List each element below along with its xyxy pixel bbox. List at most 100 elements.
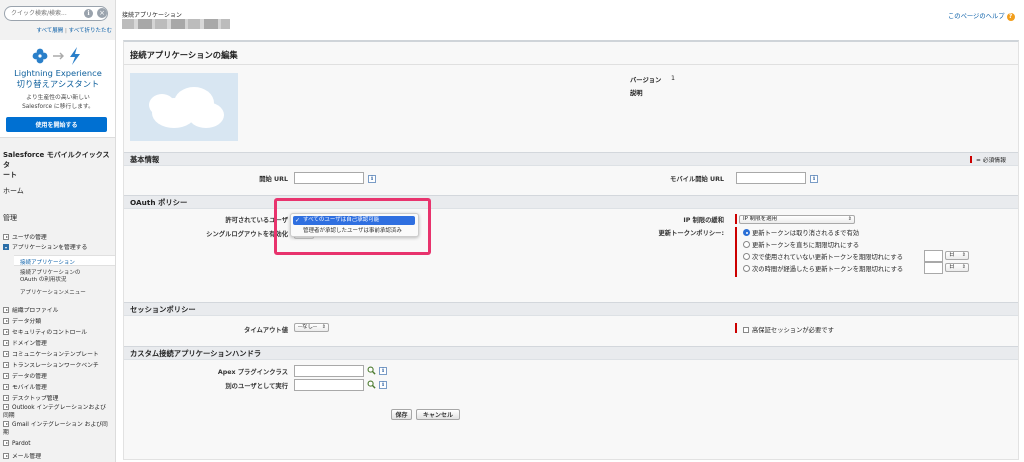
- sidebar-item-desktop[interactable]: デスクトップ管理: [3, 393, 58, 402]
- mobile-start-url-info-icon[interactable]: i: [810, 175, 818, 183]
- run-as-info-icon[interactable]: i: [379, 381, 387, 389]
- sidebar-item-label: メール管理: [12, 454, 41, 460]
- sidebar-item-outlook[interactable]: Outlook インテグレーションおよび同期: [3, 404, 106, 420]
- lookup-icon[interactable]: [367, 366, 376, 375]
- expand-triangle-icon[interactable]: [3, 329, 9, 335]
- expand-triangle-icon[interactable]: [3, 351, 9, 357]
- sidebar-item-gmail[interactable]: Gmail インテグレーション および同期: [3, 421, 108, 437]
- sidebar-item-label: 期: [3, 430, 9, 436]
- refresh-option-expire-after[interactable]: 次の時間が経過したら更新トークンを期限切れにする: [743, 264, 903, 273]
- sidebar-item-data[interactable]: データの管理: [3, 371, 47, 380]
- expand-triangle-icon[interactable]: [3, 362, 9, 368]
- expand-triangle-icon[interactable]: [3, 318, 9, 324]
- expand-all-link[interactable]: すべて展開: [36, 28, 63, 34]
- page-title: 接続アプリケーションの編集: [130, 50, 238, 60]
- select-arrow-icon: ⇕: [847, 216, 852, 222]
- sidebar-item-translation[interactable]: トランスレーションワークベンチ: [3, 360, 99, 369]
- expand-triangle-icon[interactable]: [3, 421, 9, 427]
- lightning-title: Lightning Experience 切り替えアシスタント: [0, 68, 115, 90]
- version-label: バージョン: [630, 77, 662, 84]
- sidebar-subitem-connected-apps[interactable]: 接続アプリケーション: [14, 255, 115, 266]
- mobile-quickstart-line1: Salesforce モバイルクイックスタ: [3, 151, 110, 169]
- help-link[interactable]: このページのヘルプ?: [948, 11, 1015, 21]
- expand-triangle-icon[interactable]: [3, 395, 9, 401]
- expire-unit-select[interactable]: 日 ⇕: [945, 263, 969, 272]
- refresh-option-immediately[interactable]: 更新トークンを直ちに期限切れにする: [743, 240, 859, 249]
- expand-triangle-icon[interactable]: [3, 234, 9, 240]
- help-link-label: このページのヘルプ: [948, 13, 1005, 20]
- get-started-button[interactable]: 使用を開始する: [6, 117, 107, 132]
- sidebar-item-label: ドメイン管理: [12, 341, 47, 347]
- sidebar-item-label: セキュリティのコントロール: [12, 330, 88, 336]
- radio[interactable]: [743, 265, 750, 272]
- sidebar-item-company-profile[interactable]: 組織プロファイル: [3, 305, 58, 314]
- high-assurance-row[interactable]: 高保証セッションが必要です: [743, 325, 834, 334]
- info-icon[interactable]: i: [84, 9, 93, 18]
- permitted-users-label: 許可されているユーザ: [225, 217, 288, 224]
- expand-triangle-icon[interactable]: [3, 307, 9, 313]
- sidebar-item-data-classification[interactable]: データ分類: [3, 316, 41, 325]
- lookup-icon[interactable]: [367, 380, 376, 389]
- clear-icon[interactable]: ×: [97, 8, 107, 18]
- sidebar-subitem-label: 接続アプリケーションの: [20, 270, 81, 276]
- sidebar-item-label: 同期: [3, 413, 15, 419]
- ip-relax-select[interactable]: IP 制限を適用 ⇕: [739, 215, 855, 224]
- expand-triangle-icon[interactable]: [3, 453, 9, 459]
- radio-selected[interactable]: [743, 229, 750, 236]
- lightning-subtitle: より生産性の高い新しい Salesforce に移行します。: [0, 94, 115, 112]
- expand-triangle-icon[interactable]: [3, 404, 9, 410]
- sidebar-item-mobile[interactable]: モバイル管理: [3, 382, 47, 391]
- collapse-triangle-icon[interactable]: [3, 244, 9, 250]
- home-link[interactable]: ホーム: [3, 186, 24, 196]
- expand-triangle-icon[interactable]: [3, 340, 9, 346]
- sidebar-item-manage-apps[interactable]: アプリケーションを管理する: [3, 242, 87, 251]
- sidebar-item-email[interactable]: メール管理: [3, 451, 41, 460]
- sidebar-subitem-label: OAuth の利用状況: [20, 277, 67, 283]
- required-marker: [735, 323, 737, 333]
- mobile-start-url-input[interactable]: [736, 172, 806, 184]
- mobile-start-url-label: モバイル開始 URL: [670, 176, 724, 183]
- select-value: IP 制限を適用: [743, 216, 778, 222]
- collapse-all-link[interactable]: すべて折りたたむ: [69, 28, 112, 34]
- quick-find-input[interactable]: [5, 7, 85, 20]
- expand-triangle-icon[interactable]: [3, 384, 9, 390]
- radio[interactable]: [743, 253, 750, 260]
- run-as-input[interactable]: [294, 379, 364, 391]
- sidebar-subitem-oauth-usage[interactable]: 接続アプリケーションの OAuth の利用状況: [20, 270, 80, 284]
- refresh-option-until-revoked[interactable]: 更新トークンは取り消されるまで有効: [743, 228, 859, 237]
- save-button[interactable]: 保存: [391, 409, 412, 420]
- sidebar-item-label: トランスレーションワークベンチ: [12, 363, 99, 369]
- refresh-token-policy-label: 更新トークンポリシー:: [658, 230, 725, 237]
- sidebar-item-domain[interactable]: ドメイン管理: [3, 338, 47, 347]
- unused-duration-input[interactable]: [924, 250, 943, 262]
- sidebar-item-users[interactable]: ユーザの管理: [3, 232, 47, 241]
- refresh-option-unused-for[interactable]: 次で使用されていない更新トークンを期限切れにする: [743, 252, 903, 261]
- sidebar-item-templates[interactable]: コミュニケーションテンプレート: [3, 349, 99, 358]
- sidebar-item-label: デスクトップ管理: [12, 396, 59, 402]
- link-separator: |: [64, 28, 67, 34]
- radio[interactable]: [743, 241, 750, 248]
- sidebar-item-security[interactable]: セキュリティのコントロール: [3, 327, 87, 336]
- lightning-migration-panel: Lightning Experience 切り替えアシスタント より生産性の高い…: [0, 40, 115, 138]
- expand-triangle-icon[interactable]: [3, 373, 9, 379]
- start-url-input[interactable]: [294, 172, 364, 184]
- radio-label: 更新トークンを直ちに期限切れにする: [752, 242, 860, 249]
- expire-duration-input[interactable]: [924, 262, 943, 274]
- mobile-quickstart-link[interactable]: Salesforce モバイルクイックスタ ート: [3, 150, 115, 180]
- cancel-button[interactable]: キャンセル: [416, 409, 460, 420]
- select-value: --なし--: [298, 324, 317, 330]
- apex-plugin-input[interactable]: [294, 365, 364, 377]
- sidebar-item-label: Outlook インテグレーションおよび: [12, 405, 106, 411]
- apex-plugin-info-icon[interactable]: i: [379, 367, 387, 375]
- start-url-info-icon[interactable]: i: [368, 175, 376, 183]
- edit-panel: 接続アプリケーションの編集 バージョン 1 説明 基本情報 = 必須情報 開始 …: [123, 40, 1019, 460]
- section-basic-info: 基本情報: [124, 152, 1018, 166]
- sidebar-subitem-app-menu[interactable]: アプリケーションメニュー: [20, 290, 86, 297]
- sidebar-item-label: アプリケーションを管理する: [12, 245, 88, 251]
- sidebar-item-pardot[interactable]: Pardot: [3, 440, 31, 447]
- timeout-select[interactable]: --なし-- ⇕: [294, 323, 329, 332]
- high-assurance-checkbox[interactable]: [743, 327, 749, 333]
- unused-unit-select[interactable]: 日 ⇕: [945, 251, 969, 260]
- lightning-sub-line1: より生産性の高い新しい: [26, 95, 90, 101]
- expand-triangle-icon[interactable]: [3, 440, 9, 446]
